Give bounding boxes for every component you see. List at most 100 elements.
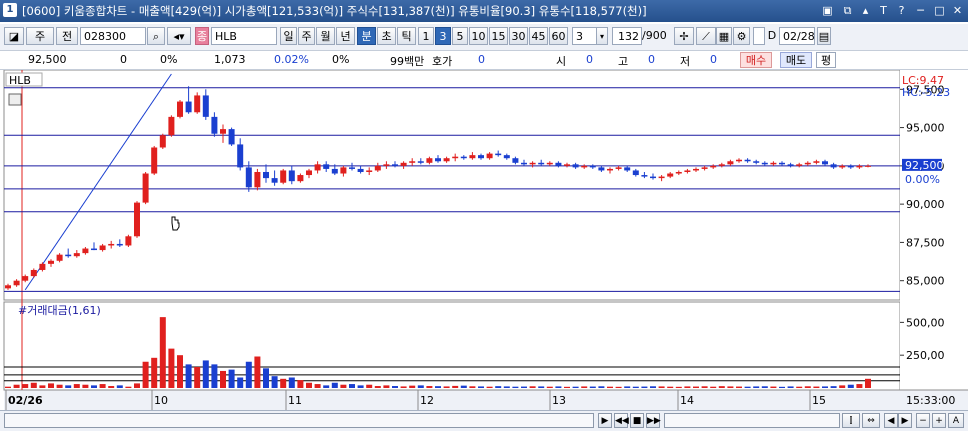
date-checkbox[interactable] bbox=[753, 27, 765, 45]
volume-bar bbox=[125, 386, 132, 388]
candle-body bbox=[254, 171, 261, 188]
popout-icon[interactable]: ⧉ bbox=[840, 3, 855, 18]
candle-body bbox=[503, 155, 510, 159]
scroll-left-icon[interactable]: ◀ bbox=[884, 413, 898, 428]
interval-dropdown-icon[interactable]: ▾ bbox=[596, 27, 608, 45]
volume-bar bbox=[572, 386, 579, 388]
volume-bar bbox=[5, 386, 11, 388]
volume-bar bbox=[48, 383, 54, 388]
interval-60[interactable]: 60 bbox=[549, 27, 568, 45]
candle-body bbox=[460, 156, 467, 159]
candle-body bbox=[73, 253, 80, 257]
volume-bar bbox=[538, 386, 545, 388]
interval-5[interactable]: 5 bbox=[452, 27, 468, 45]
low-value: 0 bbox=[710, 53, 717, 66]
interval-1[interactable]: 1 bbox=[418, 27, 434, 45]
candle-body bbox=[177, 101, 183, 117]
volume-bar bbox=[486, 386, 493, 388]
title-bar[interactable]: 1 [0600] 키움종합차트 - 매출액[429(억)] 시가총액[121,5… bbox=[0, 0, 968, 22]
draw-tool-icon[interactable]: ⟋ bbox=[696, 27, 716, 45]
settings-gear-icon[interactable]: ⚙ bbox=[733, 27, 750, 45]
period-day[interactable]: 일 bbox=[280, 27, 297, 45]
buy-button[interactable]: 매수 bbox=[740, 52, 772, 68]
close-icon[interactable]: ✕ bbox=[950, 3, 965, 18]
calendar-icon[interactable]: ▤ bbox=[817, 27, 831, 45]
period-month[interactable]: 월 bbox=[316, 27, 335, 45]
chart-type-icon[interactable]: ◪ bbox=[4, 27, 24, 45]
candle-body bbox=[159, 135, 166, 148]
volume-bar bbox=[460, 385, 467, 388]
stop-icon[interactable]: ■ bbox=[630, 413, 644, 428]
maximize-icon[interactable]: □ bbox=[932, 3, 947, 18]
interval-15[interactable]: 15 bbox=[489, 27, 508, 45]
topmost-icon[interactable]: T bbox=[876, 3, 891, 18]
interval-10[interactable]: 10 bbox=[469, 27, 488, 45]
candle-body bbox=[684, 170, 691, 172]
period-second[interactable]: 초 bbox=[377, 27, 396, 45]
volume-bar bbox=[607, 386, 613, 388]
help-icon[interactable]: ? bbox=[894, 3, 909, 18]
play-icon[interactable]: ▶ bbox=[598, 413, 612, 428]
avg-button[interactable]: 평 bbox=[816, 52, 836, 68]
date-input[interactable]: 02/28 bbox=[779, 27, 815, 45]
price-change-pct: 0% bbox=[160, 53, 178, 66]
zoom-slider[interactable] bbox=[664, 413, 840, 428]
prev-button[interactable]: 전 bbox=[56, 27, 78, 45]
candle-body bbox=[572, 164, 579, 168]
legend-icon[interactable] bbox=[8, 93, 22, 106]
search-icon[interactable]: ⌕ bbox=[147, 27, 165, 45]
volume-bar bbox=[400, 386, 407, 388]
candle-body bbox=[168, 116, 175, 136]
grid-icon[interactable]: ▦ bbox=[716, 27, 732, 45]
sound-icon[interactable]: ◂▾ bbox=[167, 27, 191, 45]
volume-bar bbox=[30, 382, 37, 388]
candle-body bbox=[13, 280, 20, 286]
zoom-out-icon[interactable]: − bbox=[916, 413, 930, 428]
restore-icon[interactable]: ▣ bbox=[820, 3, 835, 18]
scroll-right-icon[interactable]: ▶ bbox=[898, 413, 912, 428]
volume-bar bbox=[615, 386, 622, 388]
candle-body bbox=[39, 263, 46, 270]
interval-30[interactable]: 30 bbox=[509, 27, 528, 45]
volume-bar bbox=[813, 386, 820, 388]
pin-icon[interactable]: ▴ bbox=[858, 3, 873, 18]
volume-bar bbox=[366, 384, 373, 388]
period-tick[interactable]: 틱 bbox=[397, 27, 416, 45]
volume-bar bbox=[288, 377, 295, 388]
period-week[interactable]: 주 bbox=[298, 27, 315, 45]
font-size-icon[interactable]: A bbox=[948, 413, 964, 428]
candle-body bbox=[770, 162, 777, 165]
period-year[interactable]: 년 bbox=[336, 27, 355, 45]
date-label-0: 02/26 bbox=[8, 394, 43, 407]
zoom-in-icon[interactable]: + bbox=[932, 413, 946, 428]
horizontal-scrollbar[interactable] bbox=[4, 413, 594, 428]
chart-area[interactable]: 97,50095,00092,50090,00087,50085,000 500… bbox=[0, 69, 968, 410]
fit-icon[interactable]: ⇔ bbox=[862, 413, 880, 428]
volume-bar bbox=[39, 385, 46, 388]
sell-button[interactable]: 매도 bbox=[780, 52, 812, 68]
volume-bar bbox=[598, 386, 605, 388]
volume-bar bbox=[228, 369, 235, 388]
volume-bar bbox=[134, 383, 140, 388]
period-minute[interactable]: 분 bbox=[357, 27, 376, 45]
volume-panel-label: #거래대금(1,61) bbox=[18, 304, 101, 317]
volume-bar bbox=[271, 376, 278, 388]
candle-body bbox=[632, 170, 639, 176]
volume-bar bbox=[847, 384, 854, 388]
minimize-icon[interactable]: ─ bbox=[913, 3, 928, 18]
interval-3[interactable]: 3 bbox=[435, 27, 451, 45]
stock-name-field[interactable]: HLB bbox=[211, 27, 277, 45]
interval-45[interactable]: 45 bbox=[529, 27, 548, 45]
candle-body bbox=[624, 167, 631, 171]
window-number-badge: 1 bbox=[3, 3, 17, 17]
price-chart-svg[interactable]: 97,50095,00092,50090,00087,50085,000 500… bbox=[0, 69, 968, 410]
count-input[interactable]: 132 bbox=[612, 27, 642, 45]
time-label: 15:33:00 bbox=[906, 394, 955, 407]
market-select[interactable]: 주 bbox=[26, 27, 54, 45]
split-icon[interactable]: ⫿ bbox=[842, 413, 860, 428]
rewind-icon[interactable]: ◀◀ bbox=[614, 413, 629, 428]
forward-icon[interactable]: ▶▶ bbox=[646, 413, 661, 428]
stock-code-input[interactable]: 028300 bbox=[80, 27, 146, 45]
volume-bar bbox=[383, 385, 390, 388]
crosshair-icon[interactable]: ✢ bbox=[674, 27, 694, 45]
